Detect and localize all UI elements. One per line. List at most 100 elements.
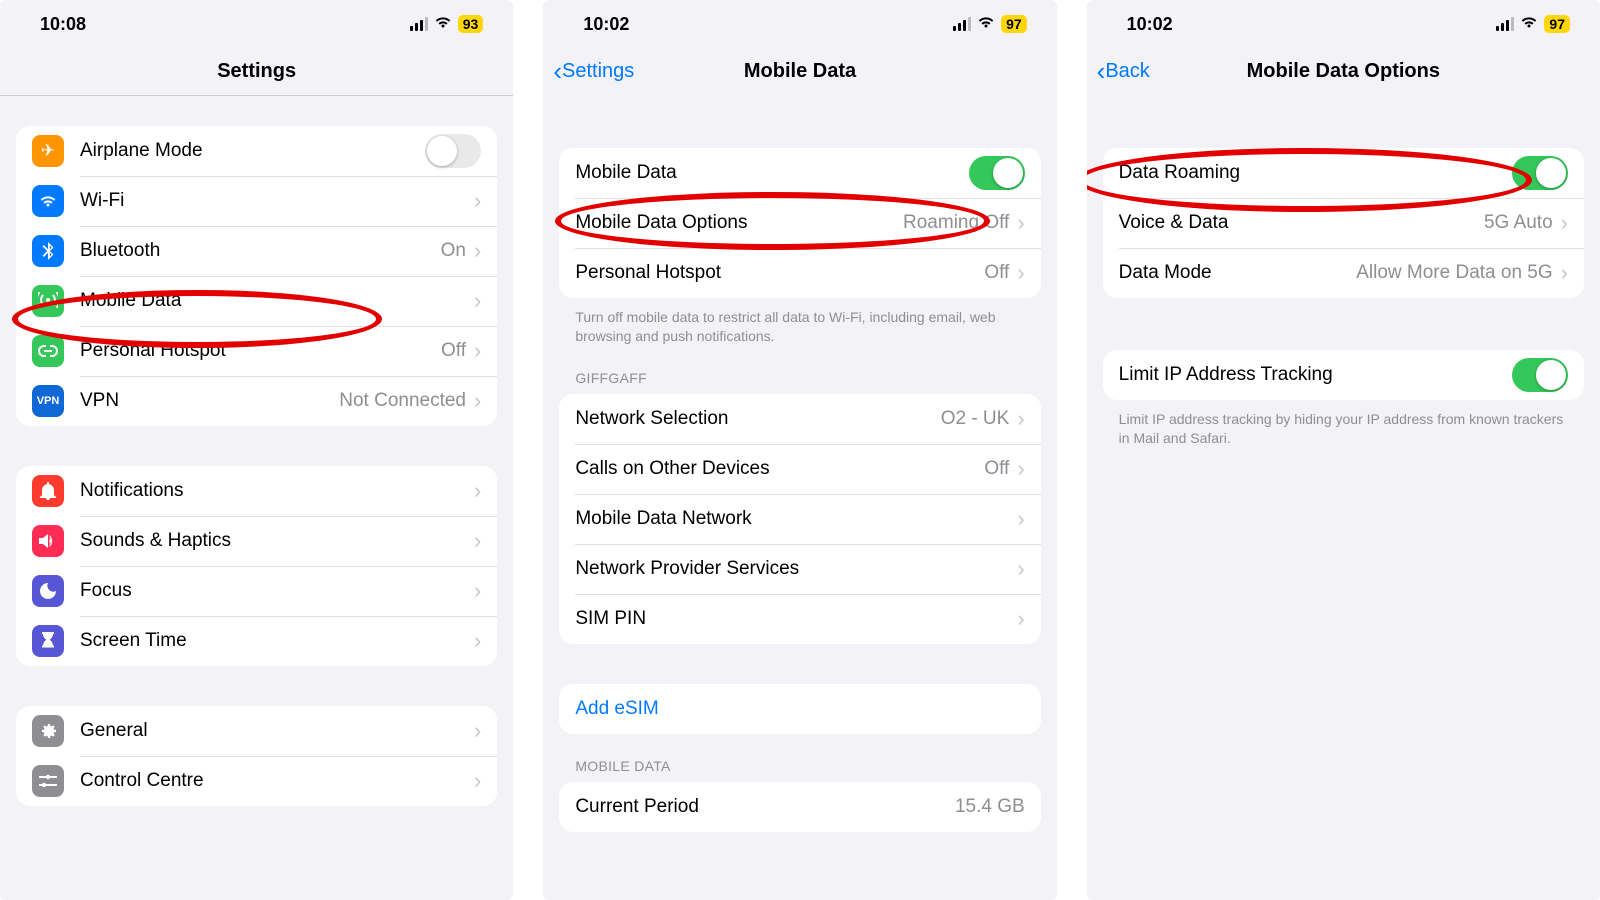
wifi-icon — [977, 15, 995, 34]
page-title: Mobile Data Options — [1087, 60, 1600, 83]
row-value: O2 - UK — [941, 408, 1010, 430]
status-bar: 10:08 93 — [0, 0, 513, 48]
wifi-icon — [434, 15, 452, 34]
cellular-signal-icon — [1496, 17, 1514, 31]
group-notifications: Notifications › Sounds & Haptics › Focus… — [16, 466, 497, 666]
row-label: VPN — [80, 390, 331, 412]
chevron-right-icon: › — [1561, 260, 1568, 286]
row-label: Personal Hotspot — [575, 262, 976, 284]
section-header-carrier: GIFFGAFF — [559, 346, 1040, 394]
data-roaming-toggle[interactable] — [1512, 156, 1568, 190]
row-label: Airplane Mode — [80, 140, 425, 162]
group-mobile-data: Mobile Data Mobile Data Options Roaming … — [559, 148, 1040, 298]
limit-ip-toggle[interactable] — [1512, 358, 1568, 392]
row-current-period[interactable]: Current Period 15.4 GB — [559, 782, 1040, 832]
row-voice-data[interactable]: Voice & Data 5G Auto › — [1103, 198, 1584, 248]
footnote: Limit IP address tracking by hiding your… — [1103, 400, 1584, 448]
group-add-esim: Add eSIM — [559, 684, 1040, 734]
group-data-usage: Current Period 15.4 GB — [559, 782, 1040, 832]
chevron-left-icon: ‹ — [1097, 56, 1106, 87]
chevron-right-icon: › — [1561, 210, 1568, 236]
footnote: Turn off mobile data to restrict all dat… — [559, 298, 1040, 346]
row-add-esim[interactable]: Add eSIM — [559, 684, 1040, 734]
wifi-square-icon — [32, 185, 64, 217]
row-label: Current Period — [575, 796, 947, 818]
chevron-right-icon: › — [1017, 406, 1024, 432]
page-title: Settings — [0, 60, 513, 83]
battery-badge: 97 — [1001, 15, 1027, 33]
row-vpn[interactable]: VPN VPN Not Connected › — [16, 376, 497, 426]
row-label: Notifications — [80, 480, 466, 502]
row-personal-hotspot[interactable]: Personal Hotspot Off › — [559, 248, 1040, 298]
row-calls-other-devices[interactable]: Calls on Other Devices Off › — [559, 444, 1040, 494]
row-mobile-data-toggle[interactable]: Mobile Data — [559, 148, 1040, 198]
vpn-icon: VPN — [32, 385, 64, 417]
status-time: 10:02 — [583, 14, 629, 35]
chevron-right-icon: › — [474, 238, 481, 264]
group-ip-tracking: Limit IP Address Tracking — [1103, 350, 1584, 400]
row-label: SIM PIN — [575, 608, 1009, 630]
row-label: Limit IP Address Tracking — [1119, 364, 1512, 386]
battery-badge: 93 — [458, 15, 484, 33]
row-mobile-data-network[interactable]: Mobile Data Network › — [559, 494, 1040, 544]
row-label: Add eSIM — [575, 698, 1024, 720]
row-focus[interactable]: Focus › — [16, 566, 497, 616]
chevron-right-icon: › — [1017, 210, 1024, 236]
row-label: Data Mode — [1119, 262, 1349, 284]
group-general: General › Control Centre › — [16, 706, 497, 806]
back-button[interactable]: ‹ Settings — [553, 56, 634, 87]
row-label: Personal Hotspot — [80, 340, 433, 362]
section-header-mobile-data: MOBILE DATA — [559, 734, 1040, 782]
row-wifi[interactable]: Wi-Fi › — [16, 176, 497, 226]
wifi-icon — [1520, 15, 1538, 34]
row-label: Sounds & Haptics — [80, 530, 466, 552]
row-label: Control Centre — [80, 770, 466, 792]
cellular-signal-icon — [410, 17, 428, 31]
navbar: ‹ Back Mobile Data Options — [1087, 48, 1600, 96]
row-notifications[interactable]: Notifications › — [16, 466, 497, 516]
row-sim-pin[interactable]: SIM PIN › — [559, 594, 1040, 644]
row-general[interactable]: General › — [16, 706, 497, 756]
row-label: Wi-Fi — [80, 190, 466, 212]
row-sounds-haptics[interactable]: Sounds & Haptics › — [16, 516, 497, 566]
row-network-selection[interactable]: Network Selection O2 - UK › — [559, 394, 1040, 444]
row-personal-hotspot[interactable]: Personal Hotspot Off › — [16, 326, 497, 376]
airplane-toggle[interactable] — [425, 134, 481, 168]
row-value: Not Connected — [339, 390, 466, 412]
hotspot-icon — [32, 335, 64, 367]
back-label: Settings — [562, 60, 634, 83]
screen-mobile-data-options: 10:02 97 ‹ Back Mobile Data Options Data… — [1087, 0, 1600, 900]
row-label: Mobile Data Network — [575, 508, 1009, 530]
row-label: Mobile Data — [575, 162, 968, 184]
row-mobile-data[interactable]: Mobile Data › — [16, 276, 497, 326]
row-limit-ip-tracking[interactable]: Limit IP Address Tracking — [1103, 350, 1584, 400]
airplane-icon: ✈ — [32, 135, 64, 167]
row-data-roaming[interactable]: Data Roaming — [1103, 148, 1584, 198]
status-time: 10:08 — [40, 14, 86, 35]
battery-badge: 97 — [1544, 15, 1570, 33]
status-time: 10:02 — [1127, 14, 1173, 35]
back-button[interactable]: ‹ Back — [1097, 56, 1150, 87]
row-airplane-mode[interactable]: ✈ Airplane Mode — [16, 126, 497, 176]
status-bar: 10:02 97 — [1087, 0, 1600, 48]
row-value: Allow More Data on 5G — [1356, 262, 1552, 284]
row-label: Mobile Data — [80, 290, 466, 312]
chevron-right-icon: › — [474, 578, 481, 604]
row-network-provider-services[interactable]: Network Provider Services › — [559, 544, 1040, 594]
row-control-centre[interactable]: Control Centre › — [16, 756, 497, 806]
gear-icon — [32, 715, 64, 747]
speaker-icon — [32, 525, 64, 557]
row-data-mode[interactable]: Data Mode Allow More Data on 5G › — [1103, 248, 1584, 298]
row-screen-time[interactable]: Screen Time › — [16, 616, 497, 666]
chevron-right-icon: › — [1017, 606, 1024, 632]
row-mobile-data-options[interactable]: Mobile Data Options Roaming Off › — [559, 198, 1040, 248]
chevron-right-icon: › — [474, 388, 481, 414]
row-label: Data Roaming — [1119, 162, 1512, 184]
chevron-right-icon: › — [474, 188, 481, 214]
row-label: Network Selection — [575, 408, 932, 430]
chevron-right-icon: › — [1017, 260, 1024, 286]
mobile-data-toggle[interactable] — [969, 156, 1025, 190]
row-bluetooth[interactable]: Bluetooth On › — [16, 226, 497, 276]
chevron-right-icon: › — [474, 628, 481, 654]
row-value: On — [441, 240, 466, 262]
